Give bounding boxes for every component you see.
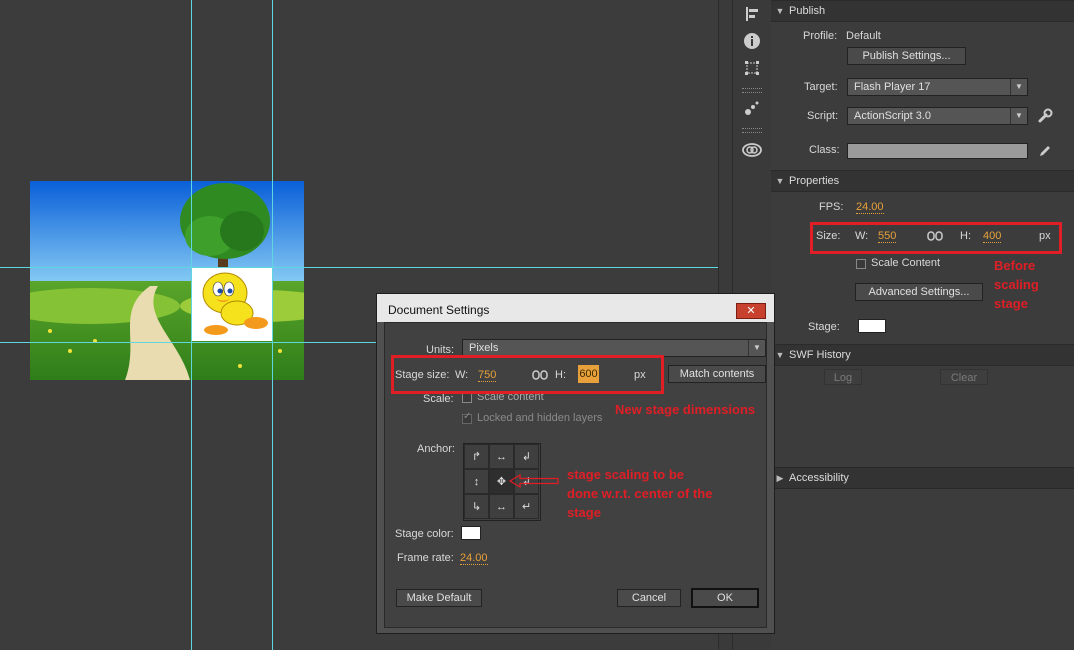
stage-artwork[interactable] [30, 181, 304, 380]
anchor-top-right-button[interactable]: ↲ [514, 444, 539, 469]
frame-rate-value[interactable]: 24.00 [460, 552, 488, 565]
log-button[interactable]: Log [824, 369, 862, 385]
info-icon[interactable] [742, 31, 762, 51]
class-label: Class: [809, 144, 840, 156]
target-dropdown[interactable]: Flash Player 17 ▼ [847, 78, 1028, 96]
anchor-label: Anchor: [417, 443, 455, 455]
target-value: Flash Player 17 [854, 81, 931, 93]
chevron-down-icon: ▼ [1010, 79, 1027, 95]
units-value: Pixels [469, 342, 499, 354]
section-title: Publish [789, 5, 826, 17]
anchor-bottom-left-button[interactable]: ↳ [464, 494, 489, 519]
landscape-image [30, 181, 304, 380]
frame-rate-label: Frame rate: [397, 552, 454, 564]
section-title: Properties [789, 175, 840, 187]
grip-handle[interactable] [742, 128, 762, 133]
annotation-new-dimensions: New stage dimensions [615, 402, 756, 417]
advanced-settings-button[interactable]: Advanced Settings... [855, 283, 983, 301]
profile-label: Profile: [803, 30, 838, 42]
ok-button[interactable]: OK [691, 588, 759, 608]
properties-section-header[interactable]: ▼ Properties [771, 170, 1074, 192]
align-icon[interactable] [742, 4, 762, 24]
dialog-title: Document Settings [388, 303, 490, 317]
annotation-arrow-icon [508, 473, 560, 489]
anchor-bottom-center-button[interactable]: ↔ [489, 494, 514, 519]
scale-label: Scale: [423, 393, 454, 405]
make-default-button[interactable]: Make Default [396, 589, 482, 607]
clear-button[interactable]: Clear [940, 369, 988, 385]
target-label: Target: [804, 81, 838, 93]
annotation-box-before [810, 222, 1062, 254]
class-input[interactable] [847, 143, 1028, 159]
horizontal-guide[interactable] [0, 267, 718, 268]
stage-label: Stage: [808, 321, 840, 333]
publish-settings-button[interactable]: Publish Settings... [847, 47, 966, 65]
properties-panel: ▼ Publish Profile: Default Publish Settin… [771, 0, 1074, 650]
cc-libraries-icon[interactable] [742, 140, 762, 160]
anchor-middle-left-button[interactable]: ↕ [464, 469, 489, 494]
section-title: SWF History [789, 349, 851, 361]
collapse-triangle-icon[interactable]: ▼ [771, 171, 789, 191]
annotation-center-note: stage scaling to be done w.r.t. center o… [567, 467, 713, 520]
scale-content-label: Scale Content [871, 257, 941, 269]
pencil-icon[interactable] [1037, 143, 1053, 159]
motion-presets-icon[interactable] [742, 98, 762, 118]
grip-handle[interactable] [742, 88, 762, 93]
script-label: Script: [807, 110, 839, 122]
swf-history-section-header[interactable]: ▼ SWF History [771, 344, 1074, 366]
anchor-bottom-right-button[interactable]: ↵ [514, 494, 539, 519]
collapse-triangle-icon[interactable]: ▼ [771, 1, 789, 21]
accessibility-section-header[interactable]: ▶ Accessibility [771, 467, 1074, 489]
vertical-guide[interactable] [191, 0, 192, 650]
anchor-top-left-button[interactable]: ↱ [464, 444, 489, 469]
close-button[interactable]: ✕ [736, 303, 766, 319]
chevron-down-icon: ▼ [748, 340, 765, 356]
stage-color-swatch[interactable] [858, 319, 886, 333]
fps-value[interactable]: 24.00 [856, 201, 884, 214]
vertical-guide[interactable] [272, 0, 273, 650]
script-dropdown[interactable]: ActionScript 3.0 ▼ [847, 107, 1028, 125]
publish-section-header[interactable]: ▼ Publish [771, 0, 1074, 22]
annotation-before-scaling: Before scaling stage [994, 258, 1039, 311]
locked-hidden-layers-checkbox[interactable]: ✓ [462, 411, 472, 424]
fps-label: FPS: [819, 201, 844, 213]
chevron-down-icon: ▼ [1010, 108, 1027, 124]
wrench-icon[interactable] [1037, 108, 1053, 124]
locked-hidden-layers-label: Locked and hidden layers [477, 412, 603, 424]
script-value: ActionScript 3.0 [854, 110, 932, 122]
match-contents-button[interactable]: Match contents [668, 365, 766, 383]
anchor-top-center-button[interactable]: ↔ [489, 444, 514, 469]
profile-value: Default [846, 30, 881, 42]
stage-color-label: Stage color: [395, 528, 454, 540]
dialog-titlebar[interactable]: Document Settings [377, 294, 774, 322]
stage-color-swatch[interactable] [461, 526, 481, 540]
cancel-button[interactable]: Cancel [617, 589, 681, 607]
transform-icon[interactable] [742, 58, 762, 78]
section-title: Accessibility [789, 472, 849, 484]
scale-content-checkbox[interactable] [856, 259, 866, 269]
annotation-box-new [391, 355, 664, 394]
document-settings-dialog: Document Settings ✕ Units: Pixels ▼ Stag… [376, 293, 775, 634]
scale-content-checkbox[interactable] [462, 393, 472, 403]
